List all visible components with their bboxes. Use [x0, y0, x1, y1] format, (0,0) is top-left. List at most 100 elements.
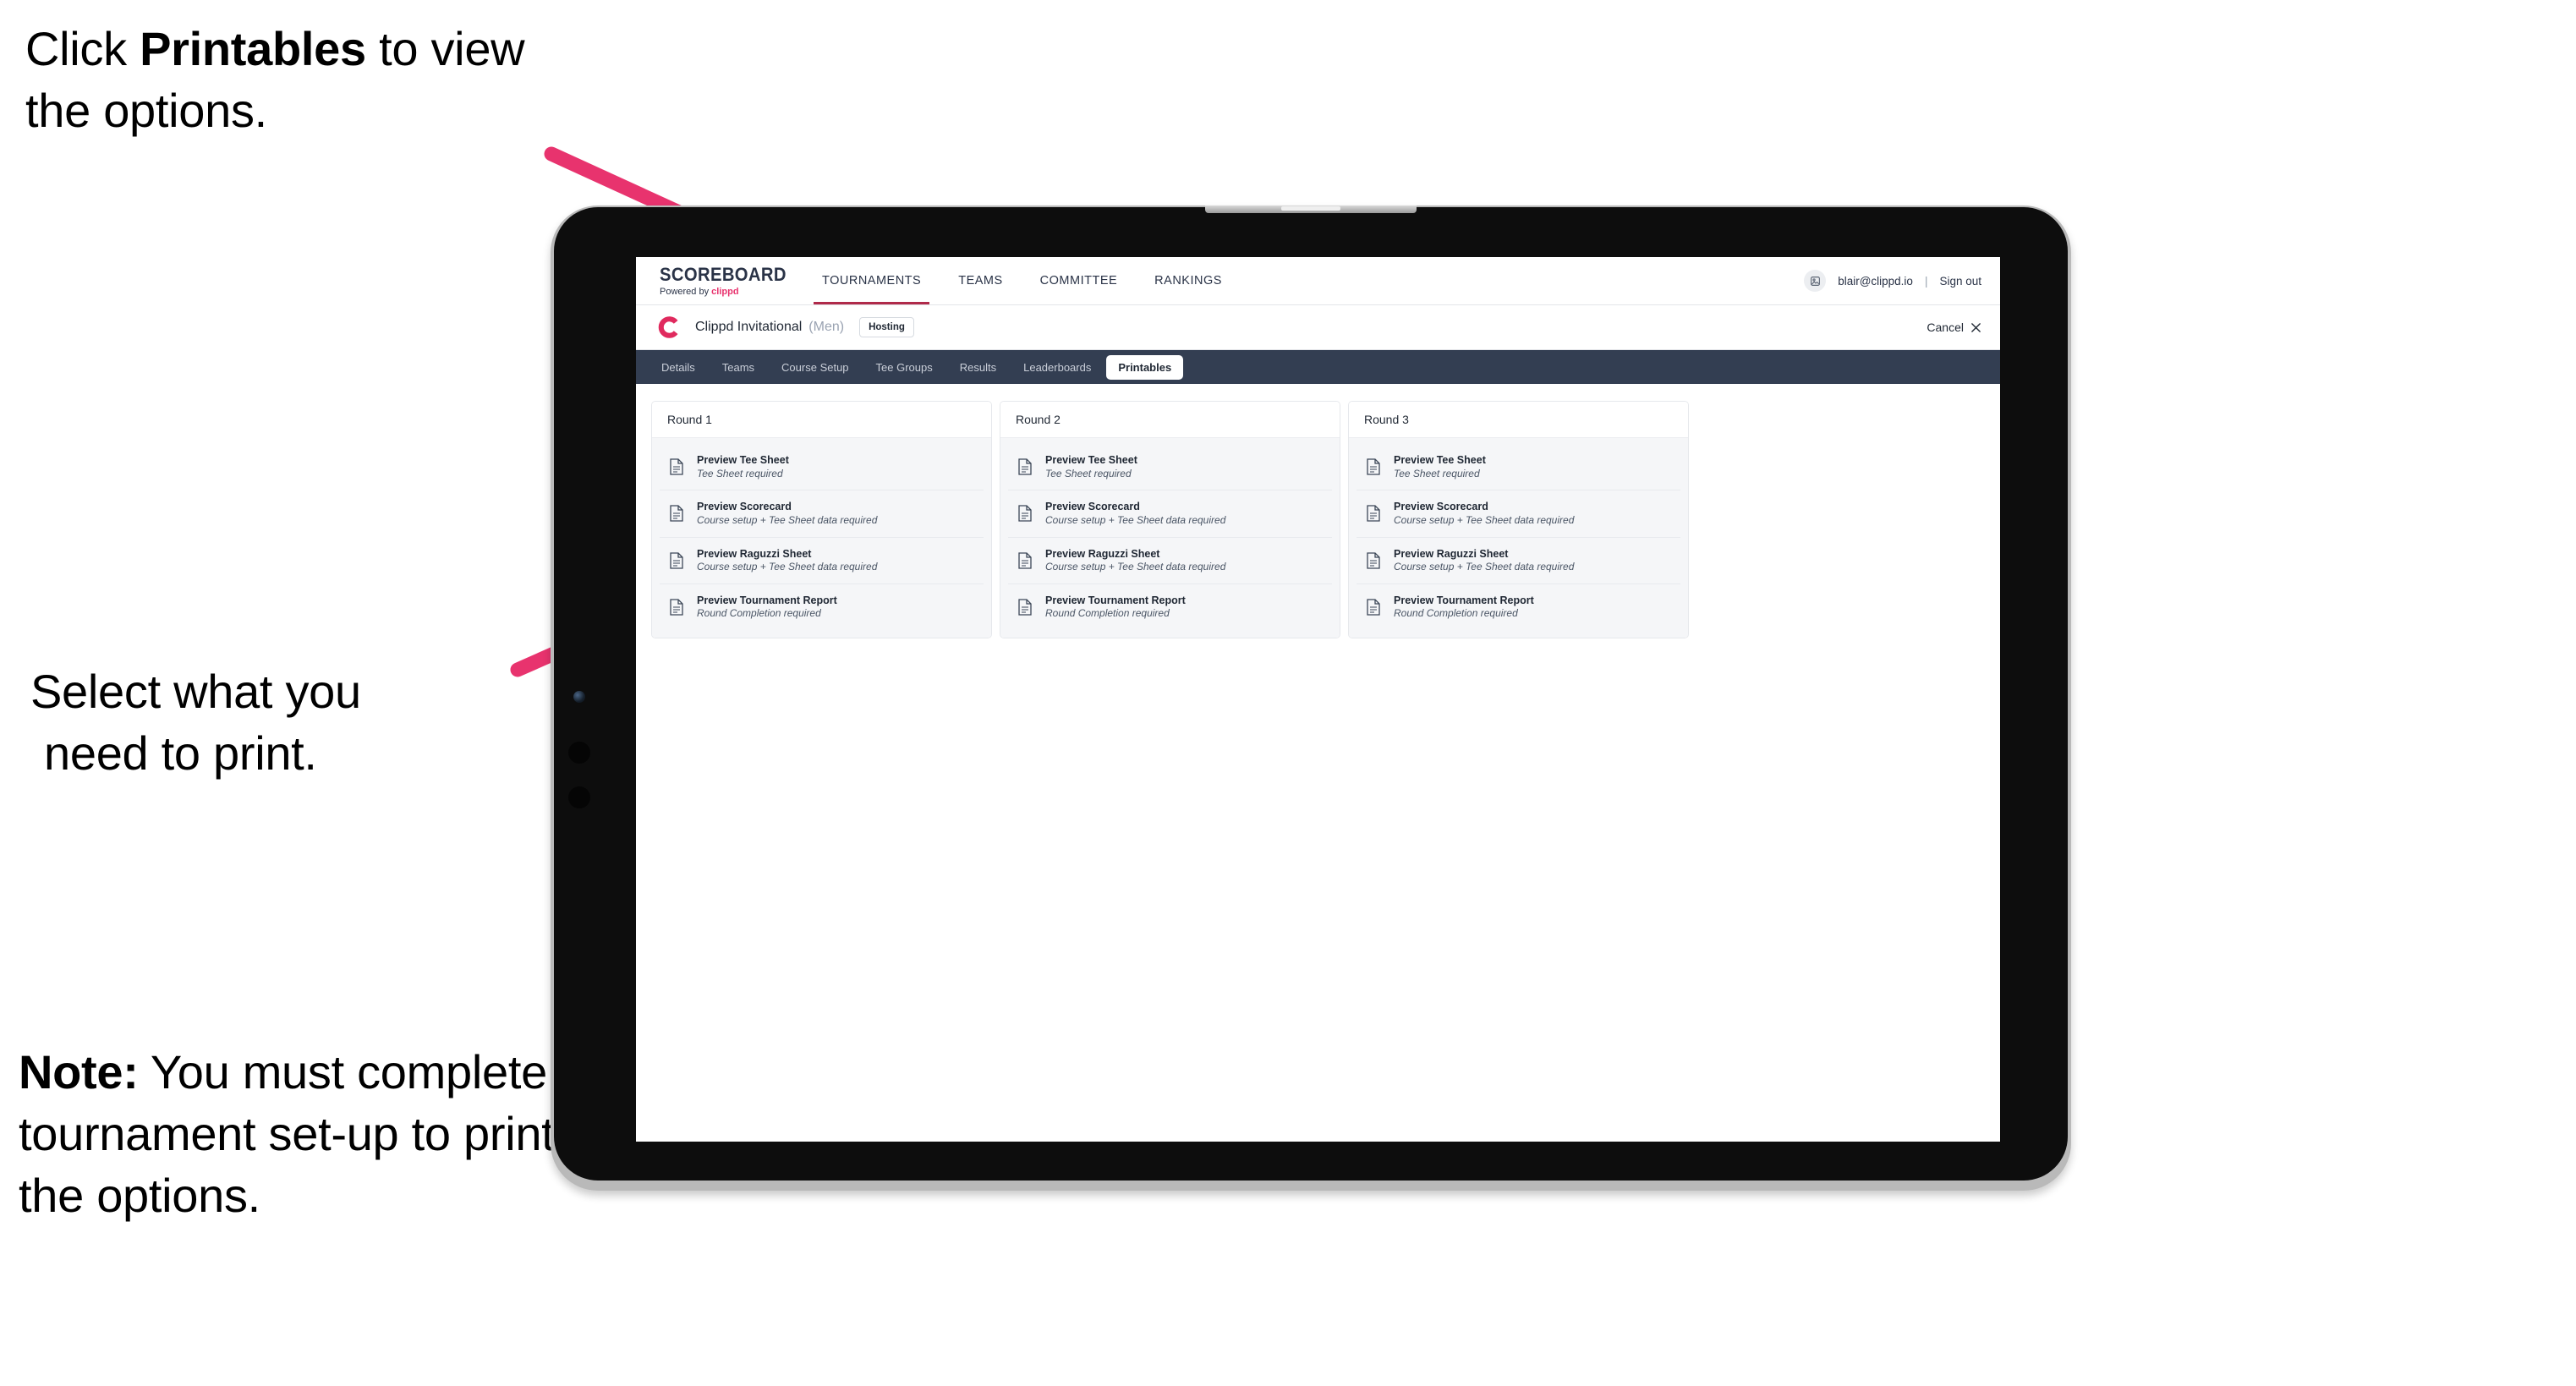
document-icon — [1018, 458, 1032, 475]
document-icon — [670, 458, 683, 475]
printable-row-scorecard[interactable]: Preview Scorecard Course setup + Tee She… — [1357, 490, 1680, 538]
document-icon — [1367, 599, 1380, 616]
printable-title: Preview Tee Sheet — [697, 454, 789, 466]
printable-row-text: Preview Scorecard Course setup + Tee She… — [1045, 500, 1225, 527]
annotation-middle-line2: need to print. — [44, 726, 317, 780]
header-separator: | — [1924, 274, 1928, 288]
cancel-button[interactable]: Cancel — [1927, 320, 1981, 334]
printable-title: Preview Scorecard — [697, 501, 792, 513]
tab-label-leaderboards: Leaderboards — [1023, 360, 1092, 374]
nav-label-teams: TEAMS — [958, 274, 1003, 288]
printable-row-raguzzi-sheet[interactable]: Preview Raguzzi Sheet Course setup + Tee… — [1008, 537, 1332, 584]
printable-subtitle: Course setup + Tee Sheet data required — [697, 561, 878, 573]
annotation-note-bold: Note: — [19, 1045, 139, 1098]
printable-row-text: Preview Tournament Report Round Completi… — [697, 594, 837, 621]
printable-row-text: Preview Tee Sheet Tee Sheet required — [697, 453, 789, 480]
round-card-3: Round 3 Preview Tee Sheet Tee Sheet requ… — [1348, 401, 1689, 639]
round-title: Round 1 — [652, 402, 991, 438]
tab-label-details: Details — [661, 360, 695, 374]
printables-content: Round 1 Preview Tee Sheet Tee Sheet requ… — [636, 384, 2000, 656]
browser-viewport: SCOREBOARD Powered by clippd TOURNAMENTS… — [636, 257, 2000, 1142]
printable-subtitle: Tee Sheet required — [697, 467, 783, 479]
brand-clippd-name: clippd — [711, 286, 739, 297]
document-icon — [1367, 458, 1380, 475]
printable-row-text: Preview Scorecard Course setup + Tee She… — [697, 500, 877, 527]
printable-title: Preview Raguzzi Sheet — [697, 547, 812, 560]
printable-subtitle: Round Completion required — [1394, 607, 1518, 620]
nav-item-tournaments[interactable]: TOURNAMENTS — [803, 257, 940, 304]
printable-row-scorecard[interactable]: Preview Scorecard Course setup + Tee She… — [660, 490, 984, 538]
printable-row-tournament-report[interactable]: Preview Tournament Report Round Completi… — [660, 583, 984, 631]
tab-teams[interactable]: Teams — [710, 355, 766, 380]
tab-label-results: Results — [959, 360, 997, 374]
tab-results[interactable]: Results — [948, 355, 1008, 380]
brand-subtitle: Powered by clippd — [660, 286, 803, 297]
printable-subtitle: Course setup + Tee Sheet data required — [1394, 513, 1575, 526]
printable-title: Preview Tournament Report — [1045, 594, 1186, 606]
scoreboard-logo[interactable]: SCOREBOARD Powered by clippd — [636, 265, 803, 297]
printable-row-tee-sheet[interactable]: Preview Tee Sheet Tee Sheet required — [660, 444, 984, 491]
printable-row-tee-sheet[interactable]: Preview Tee Sheet Tee Sheet required — [1008, 444, 1332, 491]
tournament-gender: (Men) — [808, 320, 845, 334]
printable-title: Preview Tee Sheet — [1045, 454, 1137, 466]
printable-subtitle: Course setup + Tee Sheet data required — [697, 513, 878, 526]
printable-row-text: Preview Raguzzi Sheet Course setup + Tee… — [697, 547, 877, 574]
annotation-click-printables: Click Printables to view the options. — [25, 19, 584, 142]
round-title: Round 3 — [1349, 402, 1688, 438]
tab-course-setup[interactable]: Course Setup — [770, 355, 861, 380]
document-icon — [1367, 505, 1380, 523]
round-card-2: Round 2 Preview Tee Sheet Tee Sheet requ… — [1000, 401, 1340, 639]
nav-label-committee: COMMITTEE — [1039, 274, 1118, 288]
tab-label-course-setup: Course Setup — [781, 360, 849, 374]
status-badge: Hosting — [859, 317, 914, 337]
tab-tee-groups[interactable]: Tee Groups — [864, 355, 945, 380]
printable-row-tournament-report[interactable]: Preview Tournament Report Round Completi… — [1357, 583, 1680, 631]
printable-row-raguzzi-sheet[interactable]: Preview Raguzzi Sheet Course setup + Tee… — [660, 537, 984, 584]
printable-row-text: Preview Tee Sheet Tee Sheet required — [1045, 453, 1137, 480]
printable-row-text: Preview Raguzzi Sheet Course setup + Tee… — [1394, 547, 1574, 574]
tab-label-tee-groups: Tee Groups — [875, 360, 933, 374]
app-header: SCOREBOARD Powered by clippd TOURNAMENTS… — [636, 257, 2000, 305]
printable-row-text: Preview Tee Sheet Tee Sheet required — [1394, 453, 1486, 480]
user-avatar-icon[interactable] — [1804, 270, 1827, 292]
round-card-1: Round 1 Preview Tee Sheet Tee Sheet requ… — [651, 401, 992, 639]
printable-title: Preview Scorecard — [1394, 501, 1488, 513]
document-icon — [1018, 505, 1032, 523]
printable-row-text: Preview Scorecard Course setup + Tee She… — [1394, 500, 1574, 527]
tournament-tab-strip: Details Teams Course Setup Tee Groups Re… — [636, 350, 2000, 384]
printable-row-scorecard[interactable]: Preview Scorecard Course setup + Tee She… — [1008, 490, 1332, 538]
annotation-select-to-print: Select what you need to print. — [30, 661, 555, 785]
user-email: blair@clippd.io — [1838, 274, 1913, 288]
printable-subtitle: Tee Sheet required — [1394, 467, 1480, 479]
printable-title: Preview Tee Sheet — [1394, 454, 1486, 466]
nav-item-teams[interactable]: TEAMS — [940, 257, 1021, 304]
printable-row-tee-sheet[interactable]: Preview Tee Sheet Tee Sheet required — [1357, 444, 1680, 491]
document-icon — [670, 552, 683, 569]
document-icon — [1018, 599, 1032, 616]
printable-subtitle: Round Completion required — [697, 607, 821, 620]
nav-item-rankings[interactable]: RANKINGS — [1136, 257, 1241, 304]
round-item-list: Preview Tee Sheet Tee Sheet required Pre… — [1000, 438, 1340, 638]
round-item-list: Preview Tee Sheet Tee Sheet required Pre… — [1349, 438, 1688, 638]
nav-item-committee[interactable]: COMMITTEE — [1022, 257, 1137, 304]
printable-row-raguzzi-sheet[interactable]: Preview Raguzzi Sheet Course setup + Tee… — [1357, 537, 1680, 584]
camera-icon — [573, 691, 585, 703]
printable-row-tournament-report[interactable]: Preview Tournament Report Round Completi… — [1008, 583, 1332, 631]
tab-leaderboards[interactable]: Leaderboards — [1011, 355, 1103, 380]
volume-up-button[interactable] — [568, 742, 590, 764]
tab-details[interactable]: Details — [649, 355, 707, 380]
volume-down-button[interactable] — [568, 786, 590, 808]
nav-label-tournaments: TOURNAMENTS — [822, 274, 922, 288]
tab-printables[interactable]: Printables — [1106, 354, 1184, 380]
annotation-top-pre: Click — [25, 22, 140, 75]
tab-label-printables: Printables — [1118, 360, 1172, 374]
tablet-top-button[interactable] — [1205, 205, 1417, 213]
document-icon — [670, 599, 683, 616]
annotation-middle-line1: Select what you — [30, 665, 361, 718]
close-x-icon — [1971, 322, 1981, 332]
round-title: Round 2 — [1000, 402, 1340, 438]
printable-title: Preview Tournament Report — [697, 594, 837, 606]
printable-subtitle: Round Completion required — [1045, 607, 1170, 620]
cancel-label: Cancel — [1927, 320, 1964, 334]
sign-out-link[interactable]: Sign out — [1939, 275, 1981, 288]
